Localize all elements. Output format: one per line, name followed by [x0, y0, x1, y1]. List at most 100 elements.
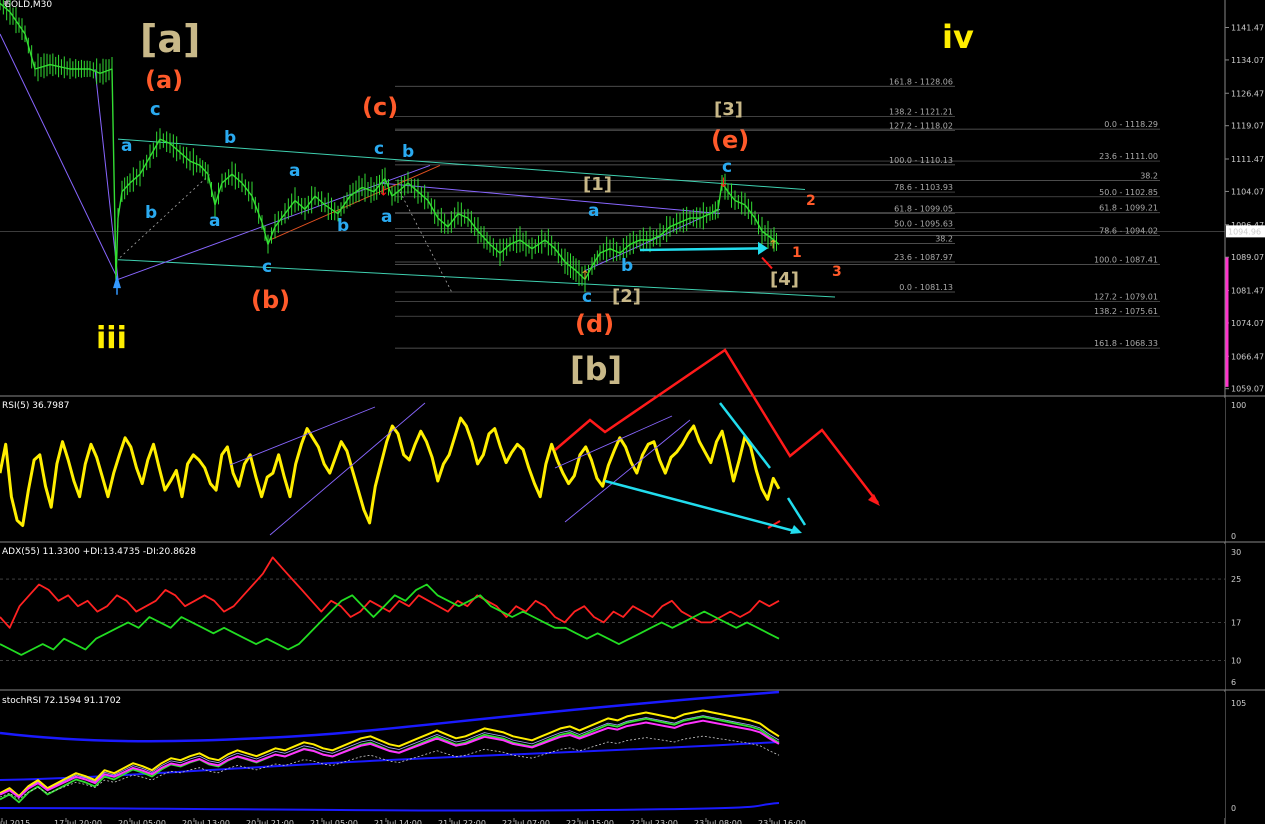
x-tick-label: 22 Jul 15:00: [566, 819, 614, 824]
down-marker: ↓: [718, 176, 729, 191]
price-tick-label: 1126.47: [1231, 89, 1264, 98]
price-tick-label: 1141.47: [1231, 24, 1264, 33]
adx-tick-label: 17: [1231, 618, 1241, 627]
fib-level-label: 50.0 - 1095.63: [894, 219, 953, 228]
wave-label: c: [582, 287, 592, 307]
wave-label: a: [121, 136, 132, 156]
wave-label: 1: [792, 245, 802, 261]
x-tick-label: 7 Jul 2015: [0, 819, 30, 824]
fib-level-label: 78.6 - 1094.02: [1099, 226, 1158, 235]
x-tick-label: 22 Jul 07:00: [502, 819, 550, 824]
wave-label: a: [381, 207, 392, 227]
wave-label: c: [262, 257, 272, 277]
wave-label: b: [145, 203, 157, 223]
fib-level-label: 23.6 - 1111.00: [1099, 152, 1158, 161]
price-tick-label: 1074.07: [1231, 319, 1264, 328]
current-price-label: 1094.96: [1228, 227, 1261, 236]
adx-tick-label: 10: [1231, 656, 1241, 665]
wave-label: [b]: [570, 350, 622, 388]
rsi-header: RSI(5) 36.7987: [2, 401, 69, 411]
fib-level-label: 127.2 - 1079.01: [1094, 292, 1158, 301]
fib-level-label: 127.2 - 1118.02: [889, 121, 953, 130]
x-tick-label: 20 Jul 21:00: [246, 819, 294, 824]
fib-level-label: 38.2: [1140, 171, 1158, 180]
stochrsi-panel: 105 0 stochRSI 72.1594 91.1702: [0, 690, 1246, 818]
fib-level-label: 23.6 - 1087.97: [894, 253, 953, 262]
wave-label: [a]: [140, 17, 200, 61]
wave-label: c: [150, 99, 161, 120]
wave-label: b: [224, 128, 236, 148]
x-tick-label: 21 Jul 22:00: [438, 819, 486, 824]
x-tick-label: 22 Jul 23:00: [630, 819, 678, 824]
cyan-arrow: [639, 247, 766, 252]
wave-label: (d): [575, 310, 614, 338]
adx-tick-label: 6: [1231, 678, 1236, 687]
rsi-tick-label: 100: [1231, 401, 1246, 410]
price-tick-label: 1134.07: [1231, 56, 1264, 65]
wave-label: (e): [711, 126, 749, 154]
rsi-tick-label: 0: [1231, 532, 1236, 541]
price-tick-label: 1089.07: [1231, 253, 1264, 262]
fib-level-label: 161.8 - 1128.06: [889, 77, 953, 86]
wave-label: [2]: [612, 286, 641, 307]
x-tick-label: 20 Jul 13:00: [182, 819, 230, 824]
wave-label: c: [722, 157, 732, 177]
adx-tick-label: 25: [1231, 575, 1241, 584]
price-tick-label: 1111.47: [1231, 155, 1264, 164]
x-tick-label: 21 Jul 14:00: [374, 819, 422, 824]
price-tick-label: 1059.07: [1231, 385, 1264, 394]
wave-label: (c): [362, 93, 398, 121]
wave-label: [1]: [583, 174, 612, 195]
wave-label: b: [621, 256, 633, 276]
wave-label: a: [588, 201, 599, 221]
fib-level-label: 50.0 - 1102.85: [1099, 188, 1158, 197]
down-marker: ↓: [378, 185, 389, 200]
wave-label: (b): [251, 286, 290, 314]
wave-label: 3: [832, 264, 842, 280]
wave-label: iii: [96, 321, 127, 356]
rsi-plot-bg: [0, 398, 1225, 542]
fib-level-label: 161.8 - 1068.33: [1094, 339, 1158, 348]
x-tick-label: 21 Jul 05:00: [310, 819, 358, 824]
stoch-tick-label: 105: [1231, 699, 1246, 708]
price-tick-label: 1066.47: [1231, 352, 1264, 361]
wave-label: b: [402, 142, 414, 162]
fib-level-label: 0.0 - 1118.29: [1104, 120, 1158, 129]
wave-label: [4]: [770, 269, 799, 290]
up-marker: ↑: [768, 237, 778, 251]
x-tick-label: 23 Jul 08:00: [694, 819, 742, 824]
up-marker: ↑: [580, 268, 590, 282]
stoch-header: stochRSI 72.1594 91.1702: [2, 696, 121, 706]
x-axis: 7 Jul 2015 17 Jul 20:00 20 Jul 05:00 20 Jul…: [0, 818, 806, 824]
fib-level-label: 78.6 - 1103.93: [894, 183, 953, 192]
price-tick-label: 1104.07: [1231, 187, 1264, 196]
x-tick-label: 20 Jul 05:00: [118, 819, 166, 824]
price-tick-label: 1081.47: [1231, 287, 1264, 296]
adx-panel: 30 25 17 10 6 ADX(55) 11.3300 +DI:13.4735 -DI…: [0, 544, 1265, 691]
x-tick-label: 23 Jul 16:00: [758, 819, 806, 824]
fib-level-label: 0.0 - 1081.13: [899, 283, 953, 292]
adx-header: ADX(55) 11.3300 +DI:13.4735 -DI:20.8628: [2, 547, 196, 557]
fib-level-label: 38.2: [935, 234, 953, 243]
x-tick-label: 17 Jul 20:00: [54, 819, 102, 824]
fib-level-label: 61.8 - 1099.05: [894, 204, 953, 213]
wave-label: iv: [942, 18, 974, 56]
stoch-tick-label: 0: [1231, 804, 1236, 813]
wave-label: b: [337, 216, 349, 236]
wave-label: c: [374, 139, 384, 159]
wave-label: (a): [145, 66, 183, 94]
fib-level-label: 138.2 - 1121.21: [889, 107, 953, 116]
adx-tick-label: 30: [1231, 548, 1241, 557]
stoch-plot-bg: [0, 692, 1225, 818]
wave-label: a: [289, 161, 300, 181]
trading-chart: 1141.47 1134.07 1126.47 1119.07 1111.47 1104.…: [0, 0, 1265, 824]
fib-level-label: 100.0 - 1087.41: [1094, 255, 1158, 264]
wave-label: 2: [806, 193, 816, 209]
symbol-header: GOLD,M30: [4, 0, 52, 10]
price-tick-label: 1119.07: [1231, 122, 1264, 131]
fib-level-label: 138.2 - 1075.61: [1094, 307, 1158, 316]
fib-level-label: 61.8 - 1099.21: [1099, 204, 1158, 213]
adx-plot-bg: [0, 544, 1225, 690]
fib-level-label: 100.0 - 1110.13: [889, 156, 953, 165]
wave-label: a: [209, 211, 220, 231]
